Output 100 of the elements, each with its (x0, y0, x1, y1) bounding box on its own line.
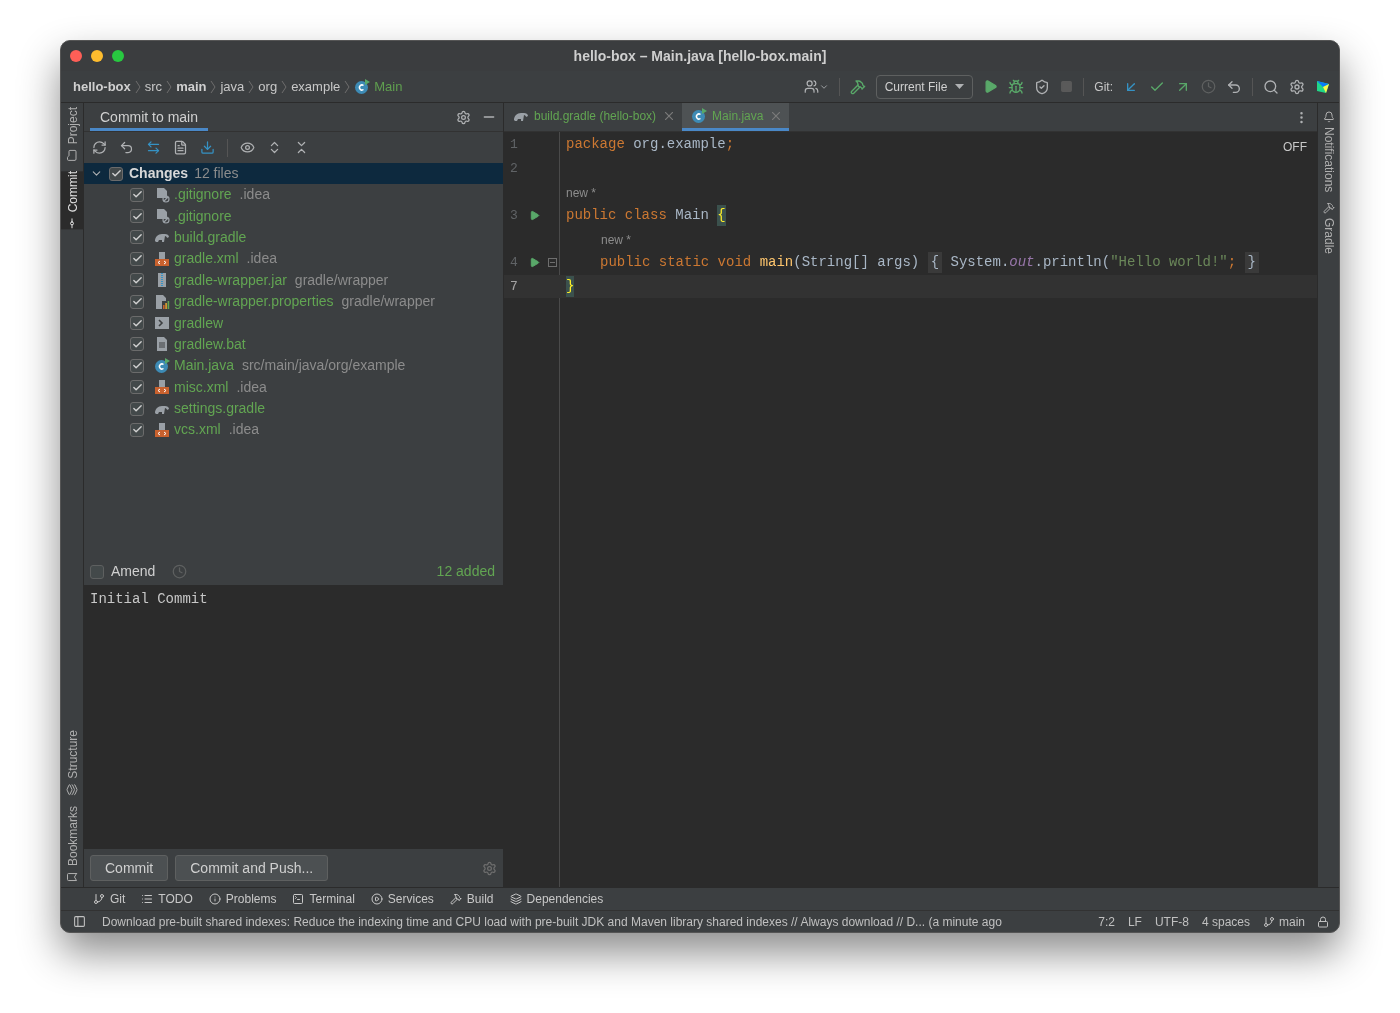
checkbox[interactable] (130, 380, 144, 395)
hammer-icon (449, 893, 462, 905)
checkbox[interactable] (130, 209, 144, 224)
status-item[interactable]: 7:2 (1098, 912, 1115, 931)
code-token: System. (949, 253, 1010, 273)
checkbox[interactable] (130, 273, 144, 288)
breadcrumb[interactable]: src (144, 76, 163, 97)
status-message[interactable]: Download pre-built shared indexes: Reduce the indexing time and CPU load with pre-built JDK and Maven library shared indexes // Always download // D... (a minute ago (102, 912, 1002, 931)
rollback-icon[interactable] (119, 140, 134, 155)
view-options-icon[interactable] (240, 140, 255, 155)
code-author-hint[interactable]: new * (566, 183, 597, 202)
checkbox[interactable] (130, 230, 144, 245)
close-icon[interactable] (665, 111, 674, 120)
checkbox[interactable] (130, 251, 144, 266)
refresh-icon[interactable] (92, 140, 107, 155)
search-icon[interactable] (1263, 78, 1279, 95)
file-name[interactable]: build.gradle (174, 226, 247, 248)
app-logo-icon[interactable] (1315, 78, 1331, 95)
tool-window-tab[interactable]: Git (93, 890, 126, 908)
file-path: gradle/wrapper (294, 270, 389, 290)
checkbox[interactable] (130, 316, 144, 331)
checkbox[interactable] (109, 166, 123, 181)
changes-node[interactable]: Changes 12 files (84, 163, 503, 184)
tool-window-tab[interactable]: Terminal (292, 890, 355, 908)
fold-icon[interactable] (547, 258, 557, 268)
tool-window-tab[interactable]: Build (449, 890, 494, 908)
file-name[interactable]: Main.java (174, 355, 234, 377)
breadcrumb[interactable]: java (220, 76, 245, 97)
breadcrumb[interactable]: hello-box (73, 76, 131, 97)
changelist-icon[interactable] (173, 140, 188, 155)
users-dropdown-icon[interactable] (803, 79, 829, 94)
file-path: .idea (236, 377, 267, 397)
close-window-button[interactable] (70, 50, 82, 62)
breadcrumb[interactable]: main (176, 76, 207, 97)
diff-icon[interactable] (146, 140, 161, 155)
tool-window-tab[interactable]: Structure (61, 730, 84, 796)
settings-icon[interactable] (456, 109, 471, 125)
commit-message-field[interactable]: Initial Commit (84, 585, 503, 849)
checkbox[interactable] (130, 337, 144, 352)
tool-window-tab[interactable]: Notifications (1315, 111, 1339, 193)
build-icon[interactable] (849, 78, 866, 95)
editor-tab[interactable]: build.gradle (hello-box) (504, 103, 683, 131)
minimize-window-button[interactable] (91, 50, 103, 62)
run-gutter-icon[interactable] (528, 257, 540, 269)
commit-button[interactable]: Commit (90, 855, 169, 881)
debug-icon[interactable] (1008, 78, 1025, 95)
code-author-hint[interactable]: new * (566, 230, 632, 249)
tool-window-tab[interactable]: Problems (208, 890, 277, 908)
panel-title[interactable]: Commit to main (90, 103, 209, 131)
run-configuration-dropdown[interactable]: Current File (875, 74, 974, 99)
checkbox[interactable] (130, 294, 144, 309)
file-name[interactable]: gradle-wrapper.jar (174, 269, 287, 291)
line-number: 3 (510, 206, 519, 225)
breadcrumb[interactable]: Main (354, 76, 403, 97)
tool-window-tab[interactable]: Dependencies (509, 890, 604, 908)
checkbox[interactable] (130, 187, 144, 202)
run-icon[interactable] (983, 79, 999, 94)
code-token: Main (674, 206, 710, 226)
breadcrumb[interactable]: example (291, 76, 341, 97)
status-item[interactable]: 4 spaces (1201, 912, 1250, 931)
inspection-status[interactable]: OFF (1283, 138, 1307, 156)
tool-window-tab[interactable]: TODO (141, 890, 193, 908)
rollback-icon[interactable] (1226, 78, 1242, 95)
run-gutter-icon[interactable] (528, 210, 540, 222)
checkbox[interactable] (130, 423, 144, 437)
file-path: gradle/wrapper (341, 292, 435, 312)
maximize-window-button[interactable] (112, 50, 124, 62)
coverage-icon[interactable] (1034, 78, 1051, 95)
breadcrumb[interactable]: org (258, 76, 278, 97)
status-item[interactable]: LF (1127, 912, 1142, 931)
checkbox[interactable] (130, 358, 144, 373)
file-name[interactable]: misc.xml (174, 376, 229, 398)
lock-icon[interactable] (1317, 915, 1329, 928)
branch-widget[interactable]: main (1263, 912, 1305, 931)
checkbox[interactable] (130, 401, 144, 416)
code-token: "Hello world!" (1110, 253, 1228, 273)
commit-and-push-button[interactable]: Commit and Push... (175, 855, 329, 881)
tool-window-tab[interactable]: Commit (61, 171, 84, 230)
tool-window-tab[interactable]: Project (61, 107, 84, 162)
tool-window-tab[interactable]: Services (370, 890, 434, 908)
settings-icon[interactable] (1289, 78, 1305, 95)
amend-checkbox[interactable] (90, 564, 104, 579)
class-icon (691, 107, 708, 124)
tool-window-tab[interactable]: Bookmarks (61, 805, 84, 883)
status-item[interactable]: UTF-8 (1154, 912, 1189, 931)
file-name[interactable]: gradlew.bat (174, 333, 246, 355)
ignored-file-icon (154, 186, 170, 203)
file-name[interactable]: .gitignore (174, 205, 232, 227)
info-icon (208, 893, 221, 905)
file-name[interactable]: vcs.xml (174, 419, 221, 441)
file-name[interactable]: .gitignore (174, 184, 232, 206)
file-name[interactable]: gradle-wrapper.properties (174, 291, 334, 313)
file-name[interactable]: settings.gradle (174, 398, 266, 420)
file-name[interactable]: gradlew (174, 312, 224, 334)
file-name[interactable]: gradle.xml (174, 248, 239, 270)
amend-label[interactable]: Amend (111, 561, 156, 582)
shelve-icon[interactable] (200, 140, 215, 155)
code-token: { (927, 252, 943, 274)
tool-window-tab[interactable]: Gradle (1315, 202, 1339, 255)
tool-windows-toggle-icon[interactable] (73, 915, 86, 928)
